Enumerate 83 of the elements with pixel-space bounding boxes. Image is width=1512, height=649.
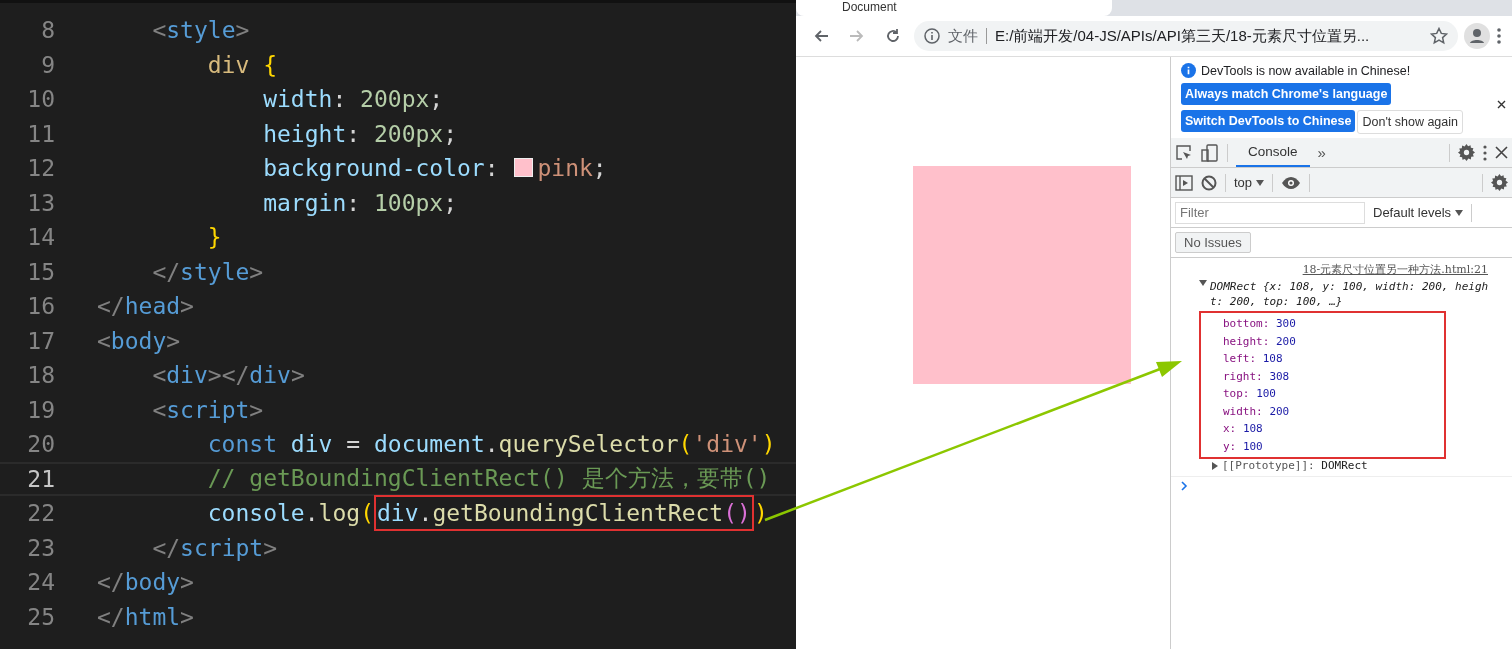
filter-field[interactable]: Filter [1175,201,1365,224]
security-label: 文件 [948,28,987,44]
line-number: 8 [40,17,55,44]
reload-icon [884,27,902,45]
line-number: 14 [26,224,55,251]
code-text: ) [753,500,768,527]
language-button[interactable]: Always match Chrome's language [1181,83,1392,105]
browser-tab[interactable]: Document [796,0,1112,16]
line-number: 17 [26,327,55,354]
info-icon[interactable] [924,28,940,44]
code-line: </script> [151,534,278,561]
line-number: 18 [26,362,55,389]
line-number: 24 [26,569,55,596]
line-number: 9 [40,51,55,78]
menu-icon[interactable] [1496,27,1502,45]
object-summary: DOMRect {x: 108, y: 100, width: 200, height: 200, top: 100, …} [1210,279,1490,309]
line-number: 13 [26,189,55,216]
line-number: 19 [26,396,55,423]
property-row-text: y: 100 [1223,438,1264,455]
more-options-icon[interactable] [1483,144,1487,161]
highlighted-code: div.getBoundingClientRect() [374,495,754,532]
code-line: margin: 100px; [262,189,458,216]
line-number: 25 [26,603,55,630]
code-line: <style> [151,17,250,44]
code-line: height: 200px; [262,120,458,147]
inspect-icon[interactable] [1175,143,1193,162]
settings-icon[interactable] [1491,174,1508,191]
code-line: background-color: pink; [262,155,607,182]
clear-console-icon[interactable] [1201,174,1217,191]
line-number: 12 [26,155,55,182]
url-text: E:/前端开发/04-JS/APIs/API第三天/18-元素尺寸位置另... [995,26,1371,46]
code-line: </head> [97,293,194,320]
disclosure-triangle-icon[interactable] [1211,461,1219,470]
code-text: console.log( [206,500,374,527]
address-bar[interactable]: 文件 E:/前端开发/04-JS/APIs/API第三天/18-元素尺寸位置另... [914,21,1458,51]
caret-icon [1256,179,1265,186]
info-message: DevTools is now available in Chinese! [1201,63,1411,78]
code-line: </body> [97,569,194,596]
prototype-row: [[Prototype]]: DOMRect [1222,459,1368,472]
line-number: 11 [26,120,55,147]
property-row-text: height: 200 [1223,333,1297,350]
property-row-text: left: 108 [1223,351,1284,367]
property-row-text: x: 108 [1223,421,1264,437]
code-line: const div = document.querySelector('div') [206,431,776,458]
line-number: 23 [26,534,55,561]
info-icon [1181,63,1196,78]
more-tabs[interactable]: » [1317,144,1326,161]
line-number: 16 [26,293,55,320]
code-line: </html> [97,603,194,630]
context-dropdown[interactable]: top [1234,175,1265,190]
code-line: <div></div> [151,362,305,389]
profile-icon[interactable] [1464,23,1490,49]
settings-icon[interactable] [1458,144,1475,161]
star-icon[interactable] [1430,27,1448,45]
issues-button[interactable]: No Issues [1175,232,1251,253]
line-number: 22 [26,500,55,527]
code-line: div { [206,51,278,78]
code-line: <script> [151,396,264,423]
language-button[interactable]: Switch DevTools to Chinese [1181,110,1356,132]
line-number: 20 [26,431,55,458]
color-swatch[interactable] [514,158,534,178]
code-line: <body> [97,327,181,354]
property-row-text: right: 308 [1223,368,1291,385]
code-line: </style> [151,258,264,285]
eye-icon[interactable] [1281,175,1302,190]
prompt-chevron-icon[interactable] [1181,481,1188,491]
line-number: 21 [26,465,55,492]
close-icon[interactable] [1495,146,1508,159]
line-number: 10 [26,86,55,113]
levels-dropdown[interactable]: Default levels [1373,205,1464,220]
line-number: 15 [26,258,55,285]
source-link[interactable]: 18-元素尺寸位置另一种方法.html:21 [1171,262,1512,277]
sidebar-icon[interactable] [1175,174,1193,191]
property-row-text: top: 100 [1223,386,1277,402]
property-row-text: width: 200 [1223,403,1291,420]
code-line: width: 200px; [262,86,444,113]
disclosure-triangle-icon[interactable] [1199,279,1207,287]
dismiss-button[interactable]: Don't show again [1357,110,1463,134]
device-toolbar-icon[interactable] [1201,143,1219,162]
property-row-text: bottom: 300 [1223,316,1297,332]
code-line: } [206,224,222,251]
code-line: // getBoundingClientRect() 是个方法，要带() [206,464,771,494]
caret-icon [1455,209,1464,216]
